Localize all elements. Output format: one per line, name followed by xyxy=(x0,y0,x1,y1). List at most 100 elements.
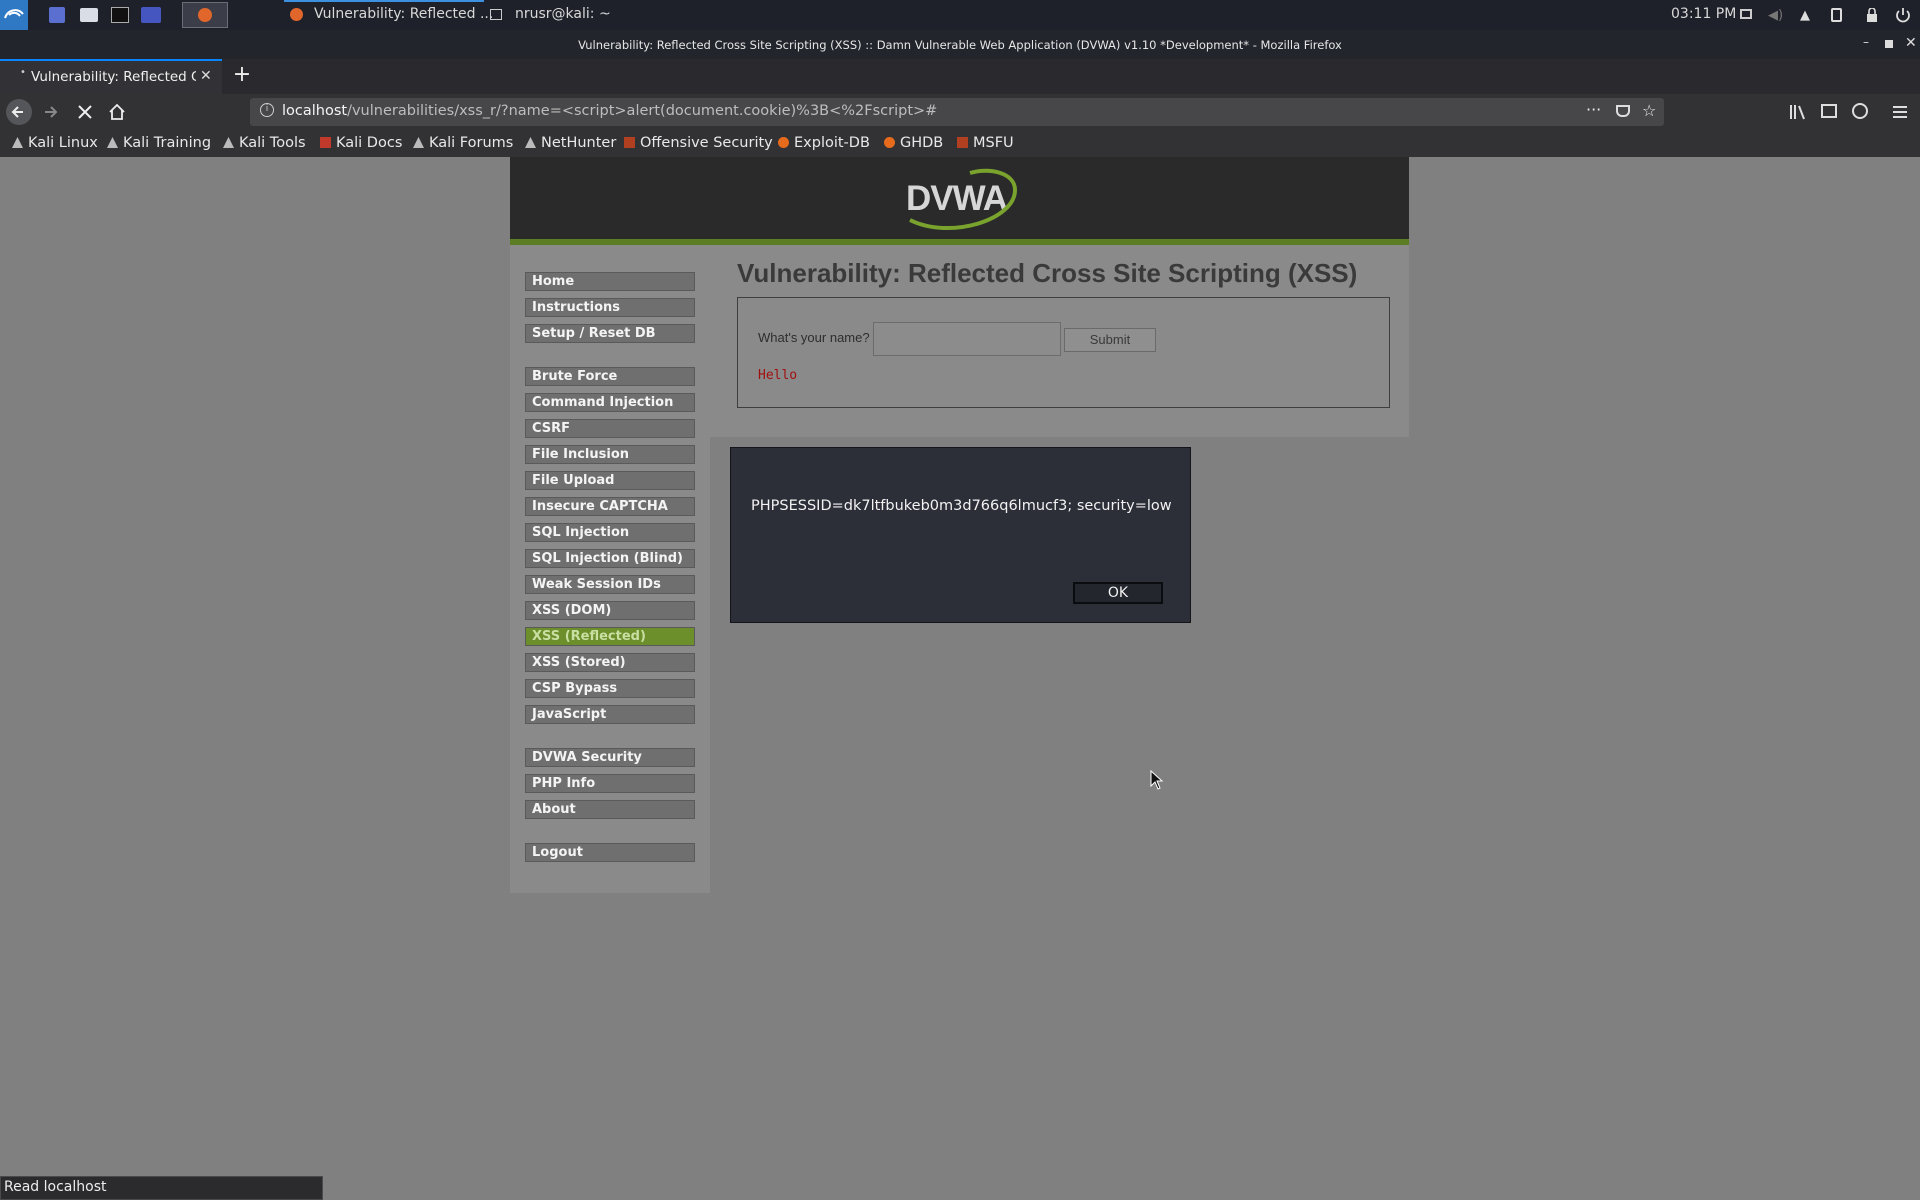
hamburger-menu-icon[interactable] xyxy=(1892,104,1908,118)
back-icon[interactable] xyxy=(6,99,32,125)
task-label: Vulnerability: Reflected ... xyxy=(314,6,494,22)
volume-icon[interactable]: ◀) xyxy=(1768,8,1783,23)
url-host: localhost xyxy=(282,103,348,119)
file-manager-icon[interactable] xyxy=(80,8,98,22)
url-text: localhost/vulnerabilities/xss_r/?name=<s… xyxy=(282,103,937,119)
menu-insecure-captcha[interactable]: Insecure CAPTCHA xyxy=(525,497,695,516)
docs-icon xyxy=(320,137,331,148)
ghdb-icon xyxy=(884,137,895,148)
menu-php-info[interactable]: PHP Info xyxy=(525,774,695,793)
task-firefox[interactable]: Vulnerability: Reflected ... xyxy=(284,0,493,30)
forward-icon[interactable] xyxy=(40,101,62,123)
bookmark-label: NetHunter xyxy=(541,135,617,151)
sidebar-toggle-icon[interactable] xyxy=(1821,104,1837,118)
dvwa-header: DVWA xyxy=(510,157,1409,239)
bookmark-label: Kali Linux xyxy=(28,135,98,151)
minimize-icon[interactable]: – xyxy=(1863,36,1872,48)
kali-menu-icon[interactable] xyxy=(0,0,28,30)
pocket-icon[interactable] xyxy=(1616,105,1630,117)
new-tab-icon[interactable]: + xyxy=(232,62,252,88)
firefox-launcher[interactable] xyxy=(182,2,228,28)
page-actions-icon[interactable]: ··· xyxy=(1586,100,1601,119)
bookmark-offensive-security[interactable]: Offensive Security xyxy=(624,135,773,151)
maximize-icon[interactable] xyxy=(1885,40,1893,48)
terminal-icon[interactable] xyxy=(111,7,129,23)
loading-dot-icon: • xyxy=(20,67,26,78)
battery-icon[interactable] xyxy=(1831,8,1842,22)
account-icon[interactable] xyxy=(1852,103,1868,119)
menu-logout[interactable]: Logout xyxy=(525,843,695,862)
task-terminal[interactable]: nrusr@kali: ~ xyxy=(490,0,640,30)
power-icon[interactable] xyxy=(1895,7,1911,23)
menu-sql-injection[interactable]: SQL Injection xyxy=(525,523,695,542)
bookmark-kali-docs[interactable]: Kali Docs xyxy=(320,135,402,151)
kali-icon xyxy=(413,137,424,148)
stop-icon[interactable] xyxy=(74,101,96,123)
nethunter-icon xyxy=(525,137,536,148)
bookmark-label: Exploit-DB xyxy=(794,135,870,151)
offsec-icon xyxy=(624,137,635,148)
bookmark-label: MSFU xyxy=(973,135,1014,151)
menu-setup-reset-db[interactable]: Setup / Reset DB xyxy=(525,324,695,343)
menu-javascript[interactable]: JavaScript xyxy=(525,705,695,724)
desktop-icon[interactable] xyxy=(49,7,65,23)
name-input[interactable] xyxy=(873,322,1061,356)
menu-file-inclusion[interactable]: File Inclusion xyxy=(525,445,695,464)
menu-brute-force[interactable]: Brute Force xyxy=(525,367,695,386)
menu-sql-injection-blind[interactable]: SQL Injection (Blind) xyxy=(525,549,695,568)
desktop-panel: Vulnerability: Reflected ... nrusr@kali:… xyxy=(0,0,1920,30)
lock-icon[interactable] xyxy=(1866,7,1878,22)
bookmark-msfu[interactable]: MSFU xyxy=(957,135,1014,151)
terminal-icon xyxy=(490,9,502,20)
close-tab-icon[interactable]: ✕ xyxy=(200,68,212,84)
task-label: nrusr@kali: ~ xyxy=(515,6,611,22)
notification-bell-icon[interactable]: ▲ xyxy=(1800,8,1812,23)
menu-file-upload[interactable]: File Upload xyxy=(525,471,695,490)
bookmark-nethunter[interactable]: NetHunter xyxy=(525,135,616,151)
bookmark-star-icon[interactable]: ☆ xyxy=(1642,101,1656,120)
bookmark-ghdb[interactable]: GHDB xyxy=(884,135,943,151)
display-icon[interactable] xyxy=(1740,9,1752,19)
kali-icon xyxy=(12,137,23,148)
bookmark-label: Kali Tools xyxy=(239,135,306,151)
firefox-icon xyxy=(198,8,212,22)
menu-home[interactable]: Home xyxy=(525,272,695,291)
menu-xss-dom[interactable]: XSS (DOM) xyxy=(525,601,695,620)
menu-weak-session-ids[interactable]: Weak Session IDs xyxy=(525,575,695,594)
menu-xss-reflected[interactable]: XSS (Reflected) xyxy=(525,627,695,646)
library-icon[interactable] xyxy=(1789,104,1807,120)
bookmark-label: GHDB xyxy=(900,135,944,151)
url-bar[interactable]: i localhost/vulnerabilities/xss_r/?name=… xyxy=(250,98,1664,126)
menu-dvwa-security[interactable]: DVWA Security xyxy=(525,748,695,767)
bookmarks-toolbar: Kali Linux Kali Training Kali Tools Kali… xyxy=(0,131,1920,157)
menu-csrf[interactable]: CSRF xyxy=(525,419,695,438)
screenshot-icon[interactable] xyxy=(141,7,161,23)
close-window-icon[interactable]: ✕ xyxy=(1905,35,1917,51)
dvwa-logo-swoosh xyxy=(909,168,1018,230)
bookmark-kali-tools[interactable]: Kali Tools xyxy=(223,135,306,151)
tab-title: Vulnerability: Reflected C xyxy=(31,69,196,85)
xss-output: Hello xyxy=(758,368,798,383)
name-label: What's your name? xyxy=(758,330,870,345)
menu-about[interactable]: About xyxy=(525,800,695,819)
home-icon[interactable] xyxy=(106,101,128,123)
submit-button[interactable]: Submit xyxy=(1064,328,1156,352)
mouse-cursor-icon xyxy=(1150,770,1164,790)
bookmark-label: Kali Forums xyxy=(429,135,514,151)
window-title: Vulnerability: Reflected Cross Site Scri… xyxy=(578,38,1342,52)
menu-csp-bypass[interactable]: CSP Bypass xyxy=(525,679,695,698)
bookmark-kali-linux[interactable]: Kali Linux xyxy=(12,135,98,151)
firefox-icon xyxy=(290,8,303,21)
browser-tab[interactable]: • Vulnerability: Reflected C ✕ xyxy=(0,59,222,94)
menu-xss-stored[interactable]: XSS (Stored) xyxy=(525,653,695,672)
menu-command-injection[interactable]: Command Injection xyxy=(525,393,695,412)
alert-ok-button[interactable]: OK xyxy=(1073,582,1163,604)
bookmark-kali-forums[interactable]: Kali Forums xyxy=(413,135,513,151)
window-titlebar[interactable]: Vulnerability: Reflected Cross Site Scri… xyxy=(0,30,1920,59)
site-info-icon[interactable]: i xyxy=(260,103,274,117)
bookmark-exploit-db[interactable]: Exploit-DB xyxy=(778,135,870,151)
menu-instructions[interactable]: Instructions xyxy=(525,298,695,317)
clock[interactable]: 03:11 PM xyxy=(1671,6,1736,22)
xss-form-box xyxy=(737,297,1390,408)
bookmark-kali-training[interactable]: Kali Training xyxy=(107,135,211,151)
